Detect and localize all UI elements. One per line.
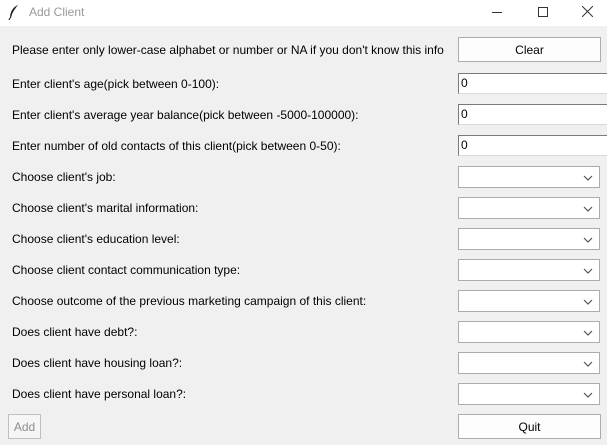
clear-button[interactable]: Clear — [458, 37, 601, 62]
title-bar: Add Client — [0, 0, 607, 26]
balance-label: Enter client's average year balance(pick… — [12, 108, 359, 122]
instruction-text: Please enter only lower-case alphabet or… — [12, 43, 444, 57]
job-label: Choose client's job: — [12, 170, 116, 184]
age-label: Enter client's age(pick between 0-100): — [12, 77, 220, 91]
chevron-down-icon[interactable] — [583, 203, 593, 213]
quit-button[interactable]: Quit — [458, 414, 601, 439]
close-button[interactable] — [564, 0, 607, 26]
contact-type-select[interactable] — [458, 259, 600, 281]
education-select[interactable] — [458, 228, 600, 250]
minimize-icon — [492, 6, 502, 20]
personal-label: Does client have personal loan?: — [12, 387, 187, 401]
chevron-down-icon[interactable] — [583, 265, 593, 275]
chevron-down-icon[interactable] — [583, 234, 593, 244]
close-icon — [581, 5, 593, 20]
feather-icon — [8, 4, 20, 21]
chevron-down-icon[interactable] — [583, 389, 593, 399]
debt-select[interactable] — [458, 321, 600, 343]
debt-label: Does client have debt?: — [12, 325, 138, 339]
maximize-button[interactable] — [520, 0, 566, 26]
outcome-select[interactable] — [458, 290, 600, 312]
chevron-down-icon[interactable] — [583, 358, 593, 368]
marital-select[interactable] — [458, 197, 600, 219]
window-title: Add Client — [29, 5, 85, 19]
housing-label: Does client have housing loan?: — [12, 356, 183, 370]
marital-label: Choose client's marital information: — [12, 201, 199, 215]
contacts-input[interactable]: 0 — [458, 135, 607, 156]
contacts-label: Enter number of old contacts of this cli… — [12, 139, 341, 153]
add-button[interactable]: Add — [8, 414, 41, 439]
personal-select[interactable] — [458, 383, 600, 405]
maximize-icon — [538, 6, 548, 20]
balance-input[interactable]: 0 — [458, 104, 607, 125]
outcome-label: Choose outcome of the previous marketing… — [12, 294, 367, 308]
chevron-down-icon[interactable] — [583, 172, 593, 182]
chevron-down-icon[interactable] — [583, 327, 593, 337]
contact-type-label: Choose client contact communication type… — [12, 263, 241, 277]
minimize-button[interactable] — [474, 0, 520, 26]
job-select[interactable] — [458, 166, 600, 188]
age-input[interactable]: 0 — [458, 73, 607, 94]
education-label: Choose client's education level: — [12, 232, 180, 246]
housing-select[interactable] — [458, 352, 600, 374]
chevron-down-icon[interactable] — [583, 296, 593, 306]
